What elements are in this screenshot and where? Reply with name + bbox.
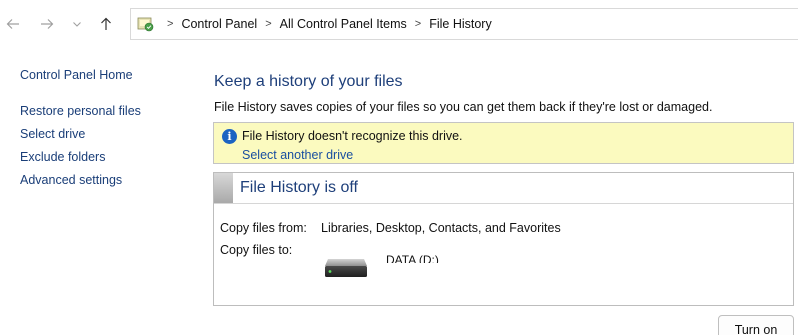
recent-locations-button[interactable] xyxy=(66,13,88,35)
sidebar-item-restore-personal-files[interactable]: Restore personal files xyxy=(20,103,141,119)
status-title: File History is off xyxy=(240,179,358,196)
arrow-right-icon xyxy=(41,19,54,29)
back-button[interactable] xyxy=(2,13,24,35)
status-panel-header: File History is off xyxy=(214,173,793,204)
breadcrumb-separator: > xyxy=(167,18,174,30)
info-icon: i xyxy=(222,129,237,144)
sidebar-item-advanced-settings[interactable]: Advanced settings xyxy=(20,172,141,188)
hard-drive-icon xyxy=(324,257,368,279)
drive-name: DATA (D:) xyxy=(386,253,439,263)
forward-button[interactable] xyxy=(36,13,58,35)
status-panel: File History is off Copy files from: Lib… xyxy=(213,172,794,306)
address-bar[interactable]: > Control Panel > All Control Panel Item… xyxy=(130,8,798,40)
copy-to-label: Copy files to: xyxy=(220,243,293,257)
arrow-up-icon xyxy=(101,17,111,30)
select-another-drive-link[interactable]: Select another drive xyxy=(242,148,353,162)
info-bar: i File History doesn't recognize this dr… xyxy=(213,122,794,164)
sidebar-task-list: Restore personal files Select drive Excl… xyxy=(20,103,141,195)
copy-from-label: Copy files from: xyxy=(220,221,307,235)
up-button[interactable] xyxy=(95,13,117,35)
page-description: File History saves copies of your files … xyxy=(214,100,713,114)
status-indicator xyxy=(214,173,233,203)
file-history-window: > Control Panel > All Control Panel Item… xyxy=(0,0,798,335)
page-title: Keep a history of your files xyxy=(214,73,403,90)
control-panel-home-link[interactable]: Control Panel Home xyxy=(20,67,133,83)
breadcrumb-control-panel[interactable]: Control Panel xyxy=(181,17,257,31)
sidebar-item-select-drive[interactable]: Select drive xyxy=(20,126,141,142)
control-panel-icon xyxy=(137,15,155,33)
info-message: File History doesn't recognize this driv… xyxy=(242,129,463,143)
navigation-bar: > Control Panel > All Control Panel Item… xyxy=(0,0,798,48)
arrow-left-icon xyxy=(6,19,19,29)
chevron-down-icon xyxy=(73,22,81,27)
breadcrumb-file-history[interactable]: File History xyxy=(429,17,492,31)
breadcrumb-separator: > xyxy=(414,18,422,30)
copy-from-value: Libraries, Desktop, Contacts, and Favori… xyxy=(321,221,561,235)
breadcrumb-all-items[interactable]: All Control Panel Items xyxy=(280,17,407,31)
sidebar-item-exclude-folders[interactable]: Exclude folders xyxy=(20,149,141,165)
turn-on-button[interactable]: Turn on xyxy=(718,315,794,335)
breadcrumb-separator: > xyxy=(265,18,272,30)
